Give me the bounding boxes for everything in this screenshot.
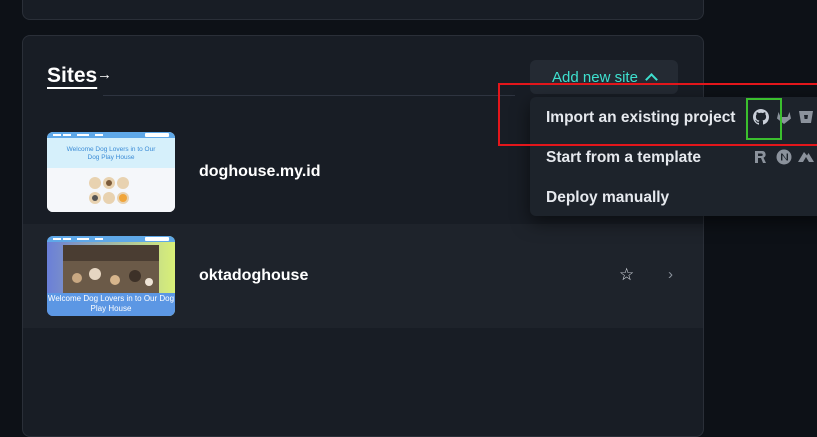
deploy-manually-item[interactable]: Deploy manually [546,189,669,207]
thumbnail-heading: Welcome Dog Lovers in to Our Dog Play Ho… [66,146,156,161]
previous-card [22,0,704,20]
thumbnail-heading: Welcome Dog Lovers in to Our Dog Play Ho… [47,294,175,313]
sites-title-link[interactable]: Sites [47,64,97,88]
remix-icon[interactable] [753,149,769,165]
highlight-green-box [746,98,782,140]
site-thumbnail: Welcome Dog Lovers in to Our Dog Play Ho… [47,132,175,212]
chevron-right-icon[interactable]: › [668,266,673,283]
divider [103,95,515,96]
nextjs-icon[interactable] [776,149,792,165]
site-name[interactable]: oktadoghouse [199,267,308,285]
site-name[interactable]: doghouse.my.id [199,163,320,181]
start-from-template-item[interactable]: Start from a template [546,149,701,167]
arrow-right-icon: → [97,66,112,83]
nuxt-icon[interactable] [798,149,814,165]
star-icon[interactable]: ☆ [619,265,634,285]
site-row-oktadoghouse[interactable]: Welcome Dog Lovers in to Our Dog Play Ho… [23,224,703,328]
site-thumbnail: Welcome Dog Lovers in to Our Dog Play Ho… [47,236,175,316]
